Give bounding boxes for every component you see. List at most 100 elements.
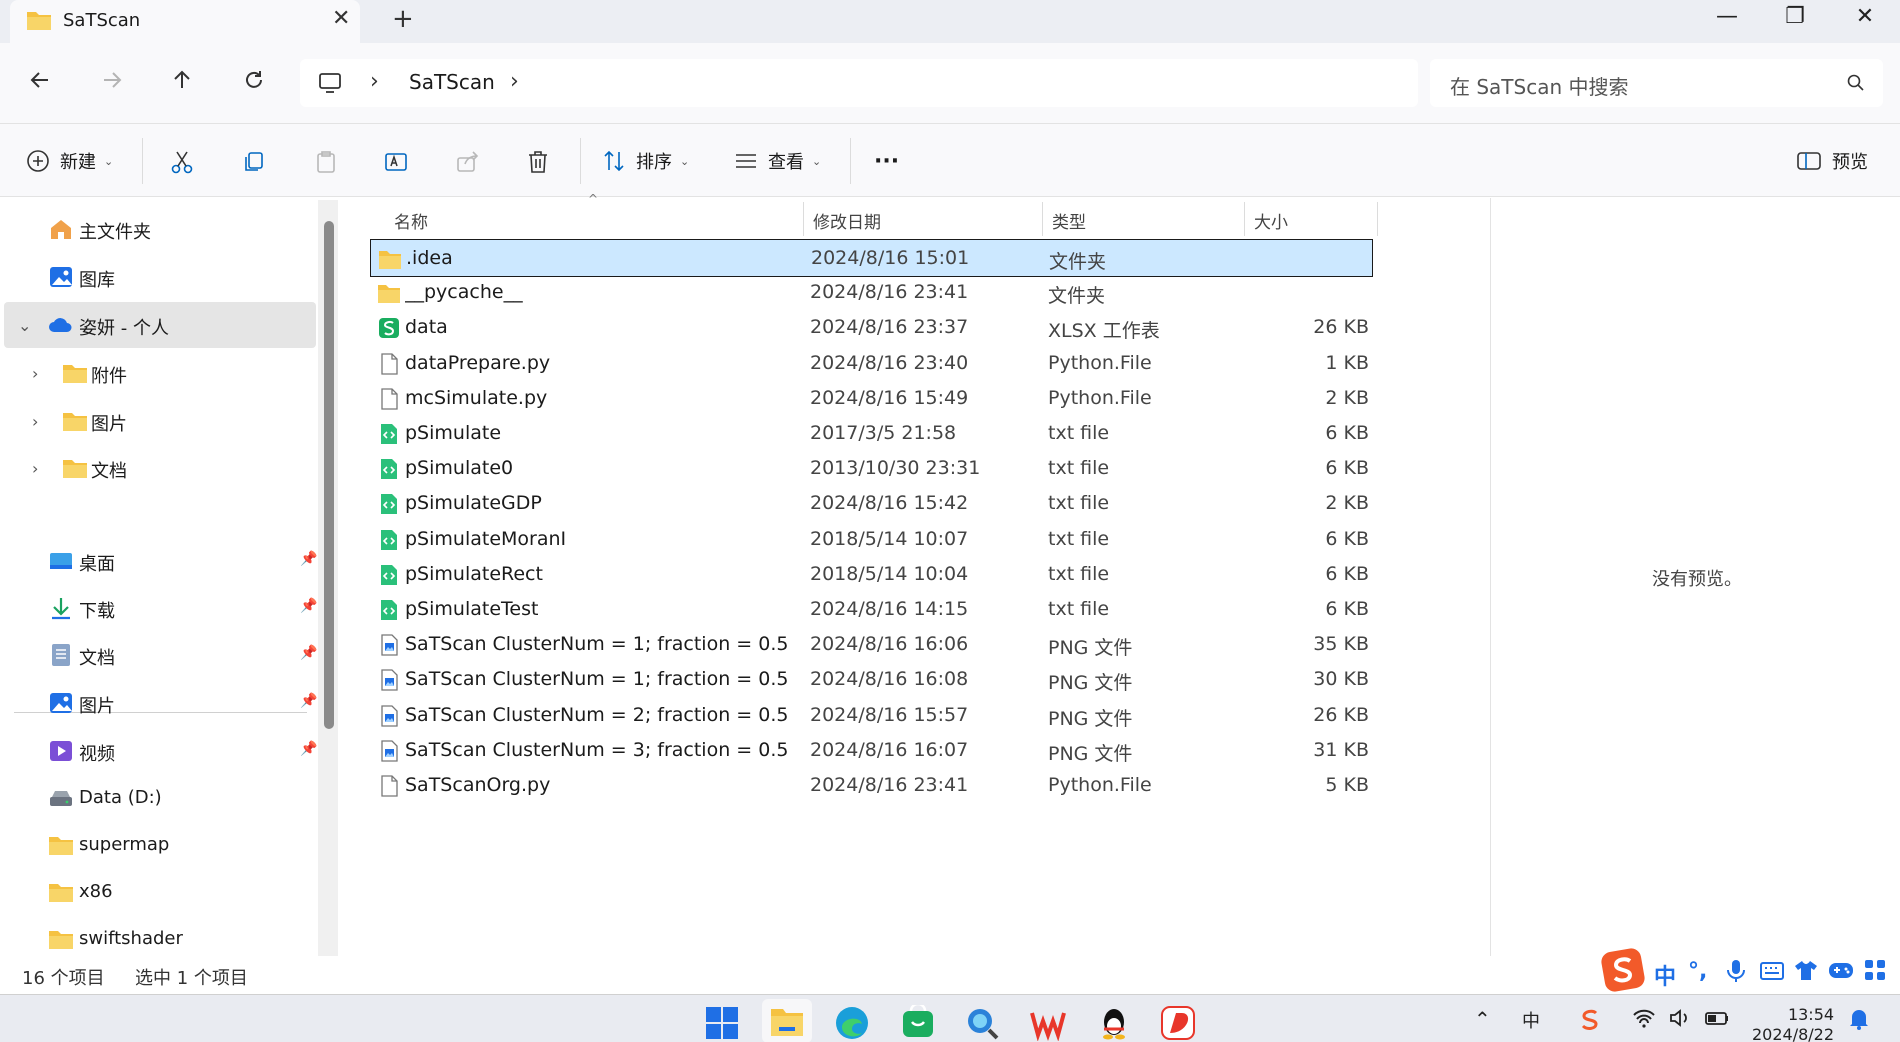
breadcrumb-separator[interactable]: › <box>370 69 379 94</box>
sogou-tray-icon[interactable] <box>1578 1007 1602 1031</box>
file-row[interactable]: pSimulateTest 2024/8/16 14:15 txt file 6 KB <box>370 591 1373 629</box>
file-row[interactable]: SaTScan ClusterNum = 2; fraction = 0.5; … <box>370 697 1373 735</box>
column-header-name[interactable]: 名称 <box>394 198 428 238</box>
ime-language[interactable]: 中 <box>1654 959 1676 991</box>
sidebar-item-data-drive[interactable]: Data (D:) <box>4 775 316 821</box>
view-button[interactable]: 查看 ⌄ <box>734 124 821 198</box>
column-divider[interactable] <box>1377 202 1378 236</box>
search-input[interactable]: 在 SaTScan 中搜索 <box>1450 71 1629 100</box>
sidebar-item-swiftshader[interactable]: swiftshader <box>4 916 316 956</box>
microphone-icon[interactable] <box>1726 959 1746 983</box>
paste-button[interactable] <box>310 146 342 178</box>
sidebar-item-pictures[interactable]: 图片 📌 <box>4 680 317 726</box>
close-window-button[interactable]: ✕ <box>1830 0 1900 36</box>
file-row[interactable]: .idea 2024/8/16 15:01 文件夹 <box>370 239 1373 277</box>
file-row[interactable]: pSimulateRect 2018/5/14 10:04 txt file 6 KB <box>370 556 1373 594</box>
new-button[interactable]: 新建 ⌄ <box>26 124 113 198</box>
window-tab[interactable]: SaTScan ✕ <box>10 0 360 43</box>
qq-icon[interactable] <box>1096 1005 1132 1041</box>
ime-indicator[interactable]: 中 <box>1522 1007 1540 1033</box>
sidebar-item-attachments[interactable]: › 附件 <box>4 350 316 396</box>
file-row[interactable]: SaTScan ClusterNum = 1; fraction = 0.5; … <box>370 626 1373 664</box>
sidebar-scrollbar[interactable] <box>324 221 334 729</box>
battery-icon[interactable] <box>1704 1007 1730 1029</box>
file-row[interactable]: mcSimulate.py 2024/8/16 15:49 Python.File 2… <box>370 380 1373 418</box>
system-clock[interactable]: 13:54 2024/8/22 <box>1752 1005 1834 1042</box>
new-tab-button[interactable]: + <box>392 4 414 34</box>
sidebar-item-onedrive[interactable]: ⌄ 姿妍 - 个人 <box>4 302 316 348</box>
sidebar-item-documents[interactable]: 文档 📌 <box>4 632 317 678</box>
file-row[interactable]: pSimulateGDP 2024/8/16 15:42 txt file 2 KB <box>370 485 1373 523</box>
file-row[interactable]: pSimulate0 2013/10/30 23:31 txt file 6 KB <box>370 450 1373 488</box>
chevron-right-icon[interactable]: › <box>32 412 38 431</box>
file-row[interactable]: pSimulate 2017/3/5 21:58 txt file 6 KB <box>370 415 1373 453</box>
pin-icon[interactable]: 📌 <box>300 598 317 614</box>
pin-icon[interactable]: 📌 <box>300 741 317 757</box>
file-row[interactable]: SaTScan ClusterNum = 1; fraction = 0.5; … <box>370 661 1373 699</box>
sidebar-item-x86[interactable]: x86 <box>4 869 316 915</box>
sogou-logo-icon[interactable] <box>1600 947 1646 993</box>
file-row[interactable]: data 2024/8/16 23:37 XLSX 工作表 26 KB <box>370 309 1373 347</box>
column-divider[interactable] <box>1042 202 1043 236</box>
chevron-right-icon[interactable]: › <box>32 459 38 478</box>
wifi-icon[interactable] <box>1632 1007 1656 1029</box>
more-button[interactable]: ··· <box>874 124 899 198</box>
copy-button[interactable] <box>238 146 270 178</box>
toolbox-grid-icon[interactable] <box>1864 959 1886 981</box>
search-app-icon[interactable] <box>964 1005 1000 1041</box>
chevron-down-icon[interactable]: ⌄ <box>18 316 31 335</box>
cut-button[interactable] <box>166 146 198 178</box>
sidebar-item-desktop[interactable]: 桌面 📌 <box>4 538 317 584</box>
chevron-right-icon[interactable]: › <box>32 364 38 383</box>
column-divider[interactable] <box>803 202 804 236</box>
sidebar-item-pictures-onedrive[interactable]: › 图片 <box>4 398 316 444</box>
address-bar[interactable]: › SaTScan › <box>300 59 1418 107</box>
back-button[interactable] <box>22 67 58 103</box>
share-button[interactable] <box>452 146 484 178</box>
volume-icon[interactable] <box>1668 1007 1692 1029</box>
pin-icon[interactable]: 📌 <box>300 551 317 567</box>
forward-button[interactable] <box>94 67 130 103</box>
wechat-store-icon[interactable] <box>900 1005 936 1041</box>
keyboard-icon[interactable] <box>1760 961 1784 981</box>
delete-button[interactable] <box>522 146 554 178</box>
rename-button[interactable] <box>380 146 412 178</box>
sidebar-item-home[interactable]: 主文件夹 <box>4 206 316 252</box>
ime-punctuation[interactable]: °, <box>1688 959 1707 984</box>
pin-icon[interactable]: 📌 <box>300 693 317 709</box>
sort-button[interactable]: 排序 ⌄ <box>602 124 689 198</box>
column-header-type[interactable]: 类型 <box>1052 198 1086 238</box>
tab-close-button[interactable]: ✕ <box>332 6 350 31</box>
preview-toggle-button[interactable]: 预览 <box>1796 124 1868 198</box>
file-row[interactable]: pSimulateMoranI 2018/5/14 10:07 txt file 6 … <box>370 521 1373 559</box>
sidebar-item-documents-onedrive[interactable]: › 文档 <box>4 445 316 491</box>
skin-icon[interactable] <box>1794 959 1818 981</box>
notification-bell-icon[interactable] <box>1848 1007 1870 1031</box>
file-row[interactable]: __pycache__ 2024/8/16 23:41 文件夹 <box>370 274 1373 312</box>
refresh-button[interactable] <box>236 67 272 103</box>
dingtalk-icon[interactable] <box>1160 1005 1196 1041</box>
wps-office-icon[interactable] <box>1030 1005 1066 1041</box>
up-button[interactable] <box>164 67 200 103</box>
gamepad-icon[interactable] <box>1828 959 1854 981</box>
minimize-button[interactable]: — <box>1692 0 1762 36</box>
column-header-date[interactable]: 修改日期 <box>813 198 881 238</box>
sidebar-item-supermap[interactable]: supermap <box>4 822 316 868</box>
file-row[interactable]: dataPrepare.py 2024/8/16 23:40 Python.File… <box>370 345 1373 383</box>
file-row[interactable]: SaTScanOrg.py 2024/8/16 23:41 Python.File 5… <box>370 767 1373 805</box>
sidebar-item-gallery[interactable]: 图库 <box>4 254 316 300</box>
sidebar-item-downloads[interactable]: 下载 📌 <box>4 585 317 631</box>
column-divider[interactable] <box>1244 202 1245 236</box>
edge-browser-icon[interactable] <box>834 1005 870 1041</box>
breadcrumb-separator[interactable]: › <box>510 69 519 94</box>
show-hidden-icons[interactable]: ⌃ <box>1474 1007 1491 1031</box>
column-header-size[interactable]: 大小 <box>1254 198 1288 238</box>
search-box[interactable]: 在 SaTScan 中搜索 <box>1430 59 1883 107</box>
pin-icon[interactable]: 📌 <box>300 645 317 661</box>
windows-start-icon[interactable] <box>704 1005 740 1041</box>
maximize-button[interactable]: ❐ <box>1760 0 1830 36</box>
taskbar-file-explorer[interactable] <box>762 999 812 1042</box>
file-row[interactable]: SaTScan ClusterNum = 3; fraction = 0.5; … <box>370 732 1373 770</box>
sidebar-item-videos[interactable]: 视频 📌 <box>4 728 317 774</box>
breadcrumb-satscan[interactable]: SaTScan <box>409 70 495 94</box>
